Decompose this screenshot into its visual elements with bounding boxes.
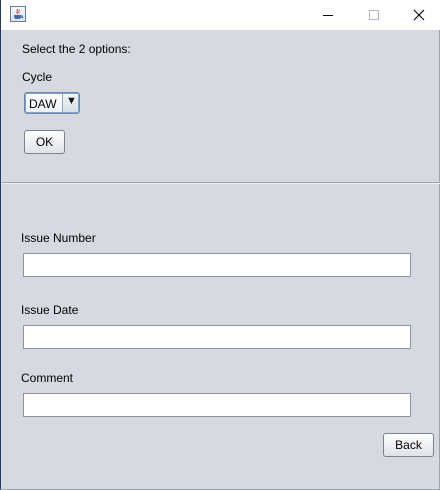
close-icon — [413, 9, 425, 21]
cycle-label: Cycle — [22, 70, 53, 84]
dialog-window: Select the 2 options: Cycle DAW ▼ OK Iss… — [0, 0, 440, 490]
minimize-icon — [323, 15, 333, 16]
minimize-button[interactable] — [305, 0, 351, 30]
comment-field[interactable] — [23, 393, 411, 417]
ok-button[interactable]: OK — [24, 130, 65, 154]
triangle-down-icon: ▼ — [66, 95, 77, 107]
dropdown-arrow-button[interactable]: ▼ — [62, 94, 78, 112]
issue-number-field[interactable] — [23, 253, 411, 277]
maximize-icon — [369, 10, 379, 20]
java-app-icon — [10, 6, 26, 22]
title-bar[interactable] — [1, 0, 440, 30]
cycle-select[interactable]: DAW ▼ — [24, 92, 80, 114]
issue-date-field[interactable] — [23, 325, 411, 349]
issue-date-label: Issue Date — [21, 303, 79, 317]
close-button[interactable] — [396, 0, 440, 30]
comment-label: Comment — [21, 371, 74, 385]
section-divider — [2, 182, 440, 184]
back-button[interactable]: Back — [383, 433, 434, 457]
options-prompt: Select the 2 options: — [22, 42, 131, 56]
maximize-button[interactable] — [351, 0, 397, 30]
cycle-selected-value: DAW — [29, 97, 57, 111]
issue-number-label: Issue Number — [21, 231, 96, 245]
